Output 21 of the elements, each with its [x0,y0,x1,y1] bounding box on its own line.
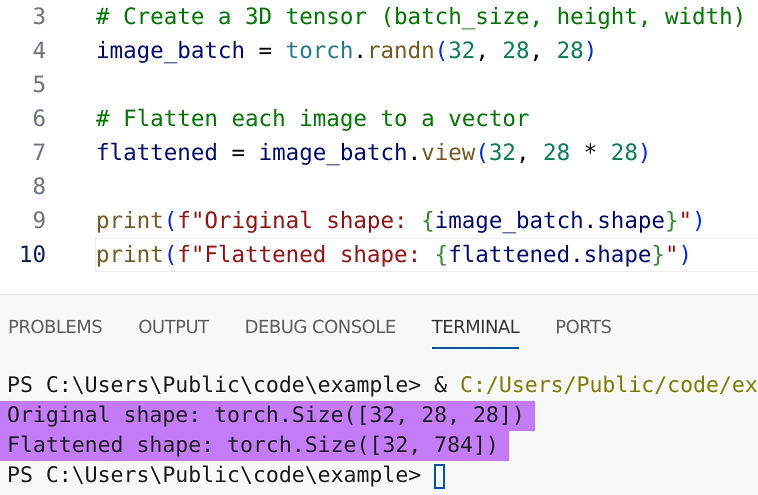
line-number: 8 [31,174,46,200]
line-number: 7 [31,140,46,166]
panel-tab[interactable]: PROBLEMS [8,317,102,349]
line-number: 6 [31,106,46,132]
code-line: # Flatten each image to a vector [95,105,530,134]
code-line: print(f"Original shape: {image_batch.shape}") [95,207,707,236]
code-line: flattened = image_batch.view(32, 28 * 28) [95,139,652,168]
terminal-line: PS C:\Users\Public\code\example> [6,462,422,490]
panel-tab[interactable]: OUTPUT [138,317,209,349]
panel-tab[interactable]: TERMINAL [432,317,520,349]
code-line: # Create a 3D tensor (batch_size, height, width) [95,3,748,32]
panel-tab[interactable]: DEBUG CONSOLE [244,317,396,349]
line-number: 9 [31,208,46,234]
line-number: 10 [18,242,46,268]
line-number: 5 [31,72,46,98]
line-number: 3 [31,4,46,30]
code-line: image_batch = torch.randn(32, 28, 28) [95,37,598,66]
current-code-line: print(f"Flattened shape: {flattened.shape}") [95,238,758,272]
panel-tab[interactable]: PORTS [555,317,612,349]
terminal-line: PS C:\Users\Public\code\example> & C:/Users/Public/code/ex [6,372,758,400]
line-number: 4 [31,38,46,64]
